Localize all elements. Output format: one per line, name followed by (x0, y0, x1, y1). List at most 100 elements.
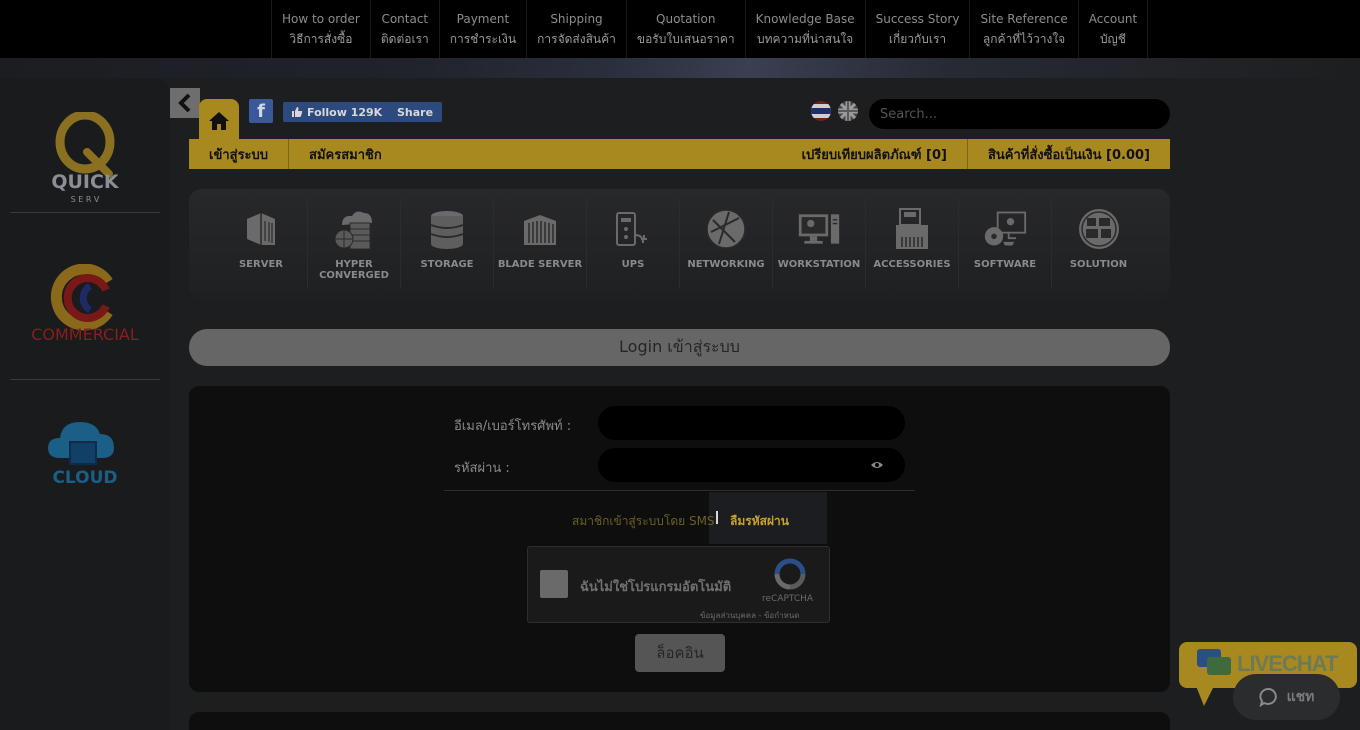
commercial-logo-icon: COMMERCIAL (31, 264, 139, 344)
category-label: SOFTWARE (973, 259, 1037, 270)
commercial-logo-text: COMMERCIAL (31, 325, 139, 344)
cloud-logo[interactable]: CLOUD (10, 410, 160, 488)
nav-label-th: ขอรับใบเสนอราคา (636, 32, 735, 46)
top-bar: How to order วิธีการสั่งซื้อ Contact ติดต่… (0, 0, 1360, 58)
nav-shipping[interactable]: Shipping การจัดส่งสินค้า (526, 0, 626, 58)
compare-link[interactable]: เปรียบเทียบผลิตภัณฑ์ [0] (782, 139, 967, 169)
sidebar-divider (10, 379, 160, 380)
nav-success-story[interactable]: Success Story เกี่ยวกับเรา (864, 0, 970, 58)
category-workstation[interactable]: WORKSTATION (773, 199, 866, 289)
category-label: SERVER (238, 259, 283, 270)
email-field[interactable] (598, 406, 905, 440)
server-icon (239, 207, 283, 251)
password-field[interactable] (598, 448, 905, 482)
facebook-icon[interactable]: f (249, 99, 273, 123)
nav-label-th: การชำระเงิน (449, 32, 517, 46)
home-button[interactable] (199, 99, 239, 143)
nav-label-en: Account (1088, 12, 1138, 26)
login-link[interactable]: เข้าสู่ระบบ (189, 139, 290, 169)
recaptcha-logo-icon (773, 557, 807, 591)
nav-contact[interactable]: Contact ติดต่อเรา (369, 0, 439, 58)
accessories-icon (890, 207, 934, 251)
category-software[interactable]: SOFTWARE (959, 199, 1052, 289)
cloud-logo-icon: CLOUD (48, 422, 118, 488)
recaptcha-links[interactable]: ข้อมูลส่วนบุคคล - ข้อกำหนด (700, 609, 800, 622)
serv-logo-text: S E R V (71, 195, 100, 204)
category-networking[interactable]: NETWORKING (680, 199, 773, 289)
storage-icon (425, 207, 469, 251)
nav-payment[interactable]: Payment การชำระเงิน (438, 0, 526, 58)
recaptcha-widget: ฉันไม่ใช่โปรแกรมอัตโนมัติ reCAPTCHA ข้อม… (527, 546, 830, 623)
nav-account[interactable]: Account บัญชี (1077, 0, 1149, 58)
share-label: Share (397, 105, 434, 119)
category-server[interactable]: SERVER (215, 199, 308, 289)
nav-label-th: วิธีการสั่งซื้อ (289, 32, 353, 46)
register-link-label: สมัครสมาชิก (309, 147, 382, 163)
category-label: UPS (621, 259, 645, 270)
nav-label-th: บทความที่น่าสนใจ (757, 32, 854, 46)
chevron-left-icon (178, 93, 191, 113)
header-banner (0, 58, 1360, 78)
quick-serv-logo-icon: QUICK S E R V (51, 112, 120, 204)
search-input[interactable] (869, 99, 1170, 129)
category-hyper-converged[interactable]: HYPER CONVERGED (308, 199, 401, 289)
category-storage[interactable]: STORAGE (401, 199, 494, 289)
email-label: อีเมล/เบอร์โทรศัพท์ : (454, 419, 572, 434)
link-separator (716, 511, 718, 524)
nav-label-th: เกี่ยวกับเรา (888, 32, 947, 46)
nav-label-th: ติดต่อเรา (380, 32, 429, 46)
nav-label-en: Shipping (550, 12, 603, 26)
sms-login-link[interactable]: สมาชิกเข้าสู่ระบบโดย SMS (572, 512, 715, 531)
category-solution[interactable]: SOLUTION (1052, 199, 1145, 289)
solution-icon (1077, 207, 1121, 251)
forgot-password-link[interactable]: ลืมรหัสผ่าน (730, 512, 789, 531)
livechat-bubbles-icon (1197, 649, 1231, 675)
facebook-share-button[interactable]: Share (388, 102, 443, 122)
category-panel: SERVER HYPER CONVERGED STORAGE BLADE SER… (189, 189, 1170, 299)
uk-flag-icon[interactable] (838, 101, 858, 121)
nav-how-to-order[interactable]: How to order วิธีการสั่งซื้อ (271, 0, 370, 58)
register-link[interactable]: สมัครสมาชิก (289, 139, 402, 169)
ups-icon (611, 207, 655, 251)
chat-button[interactable]: แชท (1233, 674, 1340, 720)
nav-quotation[interactable]: Quotation ขอรับใบเสนอราคา (625, 0, 745, 58)
category-ups[interactable]: UPS (587, 199, 680, 289)
category-label: NETWORKING (687, 259, 765, 270)
nav-site-reference[interactable]: Site Reference ลูกค้าที่ไว้วางใจ (969, 0, 1077, 58)
show-password-icon[interactable] (870, 457, 884, 471)
cart-link[interactable]: สินค้าที่สั่งซื้อเป็นเงิน [0.00] (966, 139, 1170, 169)
collapse-sidebar-button[interactable] (170, 88, 200, 118)
recaptcha-brand: reCAPTCHA (762, 594, 814, 604)
form-divider (444, 490, 915, 491)
home-icon (209, 112, 229, 130)
nav-label-en: Contact (381, 12, 429, 26)
chat-button-label: แชท (1286, 689, 1315, 705)
recaptcha-label: ฉันไม่ใช่โปรแกรมอัตโนมัติ (580, 580, 732, 595)
login-submit-button[interactable]: ล็อคอิน (635, 634, 725, 672)
recaptcha-checkbox[interactable] (540, 570, 568, 598)
thai-flag-icon[interactable] (811, 101, 831, 121)
commercial-logo[interactable]: COMMERCIAL (10, 264, 160, 344)
chat-bubble-icon (1259, 688, 1277, 707)
quick-logo-text: QUICK (51, 171, 120, 193)
footer-panel (189, 712, 1170, 730)
category-blade-server[interactable]: BLADE SERVER (494, 199, 587, 289)
category-label: SOLUTION (1069, 259, 1128, 270)
nav-label-en: Payment (456, 12, 510, 26)
nav-label-th: บัญชี (1099, 32, 1126, 46)
cart-link-label: สินค้าที่สั่งซื้อเป็นเงิน [0.00] (987, 147, 1150, 163)
category-accessories[interactable]: ACCESSORIES (866, 199, 959, 289)
facebook-follow-button[interactable]: Follow 129K (283, 102, 391, 122)
nav-label-en: How to order (282, 12, 360, 26)
nav-label-en: Success Story (875, 12, 960, 26)
blade-server-icon (518, 207, 562, 251)
nav-knowledge-base[interactable]: Knowledge Base บทความที่น่าสนใจ (744, 0, 865, 58)
login-title-text: Login เข้าสู่ระบบ (619, 337, 740, 356)
workstation-icon (797, 207, 841, 251)
nav-label-en: Site Reference (980, 12, 1068, 26)
quick-serv-logo[interactable]: QUICK S E R V (10, 112, 160, 204)
nav-label-th: การจัดส่งสินค้า (537, 32, 616, 46)
sidebar-divider (10, 212, 160, 213)
category-list: SERVER HYPER CONVERGED STORAGE BLADE SER… (215, 199, 1145, 289)
facebook-glyph: f (257, 101, 265, 122)
